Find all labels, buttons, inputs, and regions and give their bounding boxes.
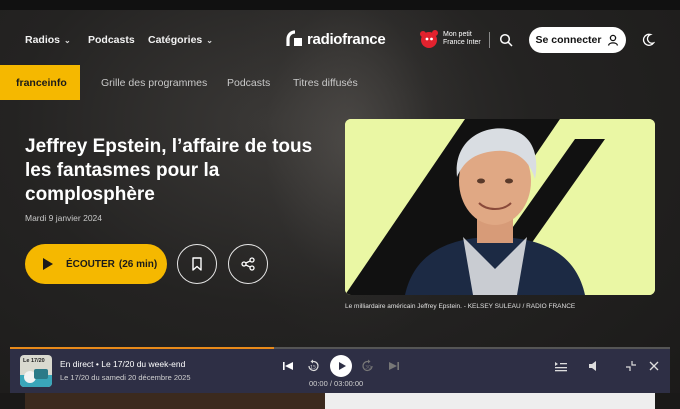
mon-petit-france-inter-link[interactable]: Mon petit France Inter <box>418 28 485 50</box>
moon-icon[interactable] <box>641 33 655 47</box>
window-top-edge <box>0 0 680 10</box>
play-icon <box>43 258 53 270</box>
listen-button[interactable]: ÉCOUTER (26 min) <box>25 244 167 284</box>
login-label: Se connecter <box>535 34 602 46</box>
player-play-button[interactable] <box>330 355 352 377</box>
nav-radios-label: Radios <box>25 34 61 46</box>
publish-date: Mardi 9 janvier 2024 <box>25 213 103 223</box>
station-label: franceinfo <box>16 76 67 89</box>
portrait-illustration <box>345 119 655 295</box>
listen-label: ÉCOUTER <box>66 258 115 270</box>
user-icon <box>608 34 619 46</box>
image-caption: Le milliardaire américain Jeffrey Epstei… <box>345 303 576 310</box>
station-subnav: franceinfo Grille des programmes Podcast… <box>0 65 680 100</box>
station-tab-franceinfo[interactable]: franceinfo <box>0 65 80 100</box>
nav-podcasts[interactable]: Podcasts <box>88 34 135 46</box>
play-icon <box>338 362 346 370</box>
chevron-down-icon: ⌄ <box>206 36 213 45</box>
playlist-icon[interactable] <box>554 359 568 373</box>
mon-petit-france-inter-label: Mon petit France Inter <box>443 31 481 46</box>
article-image <box>345 119 655 295</box>
page-title: Jeffrey Epstein, l’affaire de tous les f… <box>25 136 313 205</box>
live-program-title: En direct • Le 17/20 du week-end <box>60 359 186 369</box>
bookmark-icon <box>192 257 202 271</box>
nav-categories-label: Catégories <box>148 34 203 46</box>
below-fold-panel <box>325 393 655 409</box>
previous-icon[interactable] <box>281 359 295 373</box>
forward-30-icon[interactable]: 30 <box>361 359 375 373</box>
minimize-icon[interactable] <box>624 359 638 373</box>
radiofrance-logo-icon <box>286 30 302 46</box>
logo-text: radiofrance <box>307 30 386 48</box>
mascot-icon <box>420 30 438 48</box>
header-divider <box>489 32 490 48</box>
subnav-link-grille[interactable]: Grille des programmes <box>101 77 207 89</box>
thumbnail-art <box>20 369 52 387</box>
listen-duration: (26 min) <box>118 258 158 270</box>
playback-time: 00:00 / 03:00:00 <box>309 379 364 388</box>
svg-text:30: 30 <box>365 365 371 371</box>
radiofrance-logo[interactable]: radiofrance <box>286 30 386 48</box>
next-icon[interactable] <box>387 359 401 373</box>
nav-podcasts-label: Podcasts <box>88 34 135 46</box>
close-icon[interactable] <box>647 359 661 373</box>
bookmark-button[interactable] <box>177 244 217 284</box>
site-header: Radios ⌄ Podcasts Catégories ⌄ radiofrance… <box>0 10 680 68</box>
nav-radios[interactable]: Radios ⌄ <box>25 34 71 46</box>
login-button[interactable]: Se connecter <box>529 27 626 53</box>
player-thumbnail[interactable]: Le 17/20 <box>20 355 52 387</box>
svg-text:15: 15 <box>310 365 316 371</box>
audio-player: Le 17/20 En direct • Le 17/20 du week-en… <box>10 349 670 393</box>
subnav-link-titres[interactable]: Titres diffusés <box>293 77 358 89</box>
live-program-subtitle: Le 17/20 du samedi 20 décembre 2025 <box>60 373 191 382</box>
rewind-15-icon[interactable]: 15 <box>306 359 320 373</box>
subnav-link-podcasts[interactable]: Podcasts <box>227 77 270 89</box>
share-button[interactable] <box>228 244 268 284</box>
volume-icon[interactable] <box>587 359 601 373</box>
search-icon[interactable] <box>499 33 513 47</box>
nav-categories[interactable]: Catégories ⌄ <box>148 34 213 46</box>
below-fold-image <box>25 393 325 409</box>
chevron-down-icon: ⌄ <box>64 36 71 45</box>
share-icon <box>241 257 255 271</box>
